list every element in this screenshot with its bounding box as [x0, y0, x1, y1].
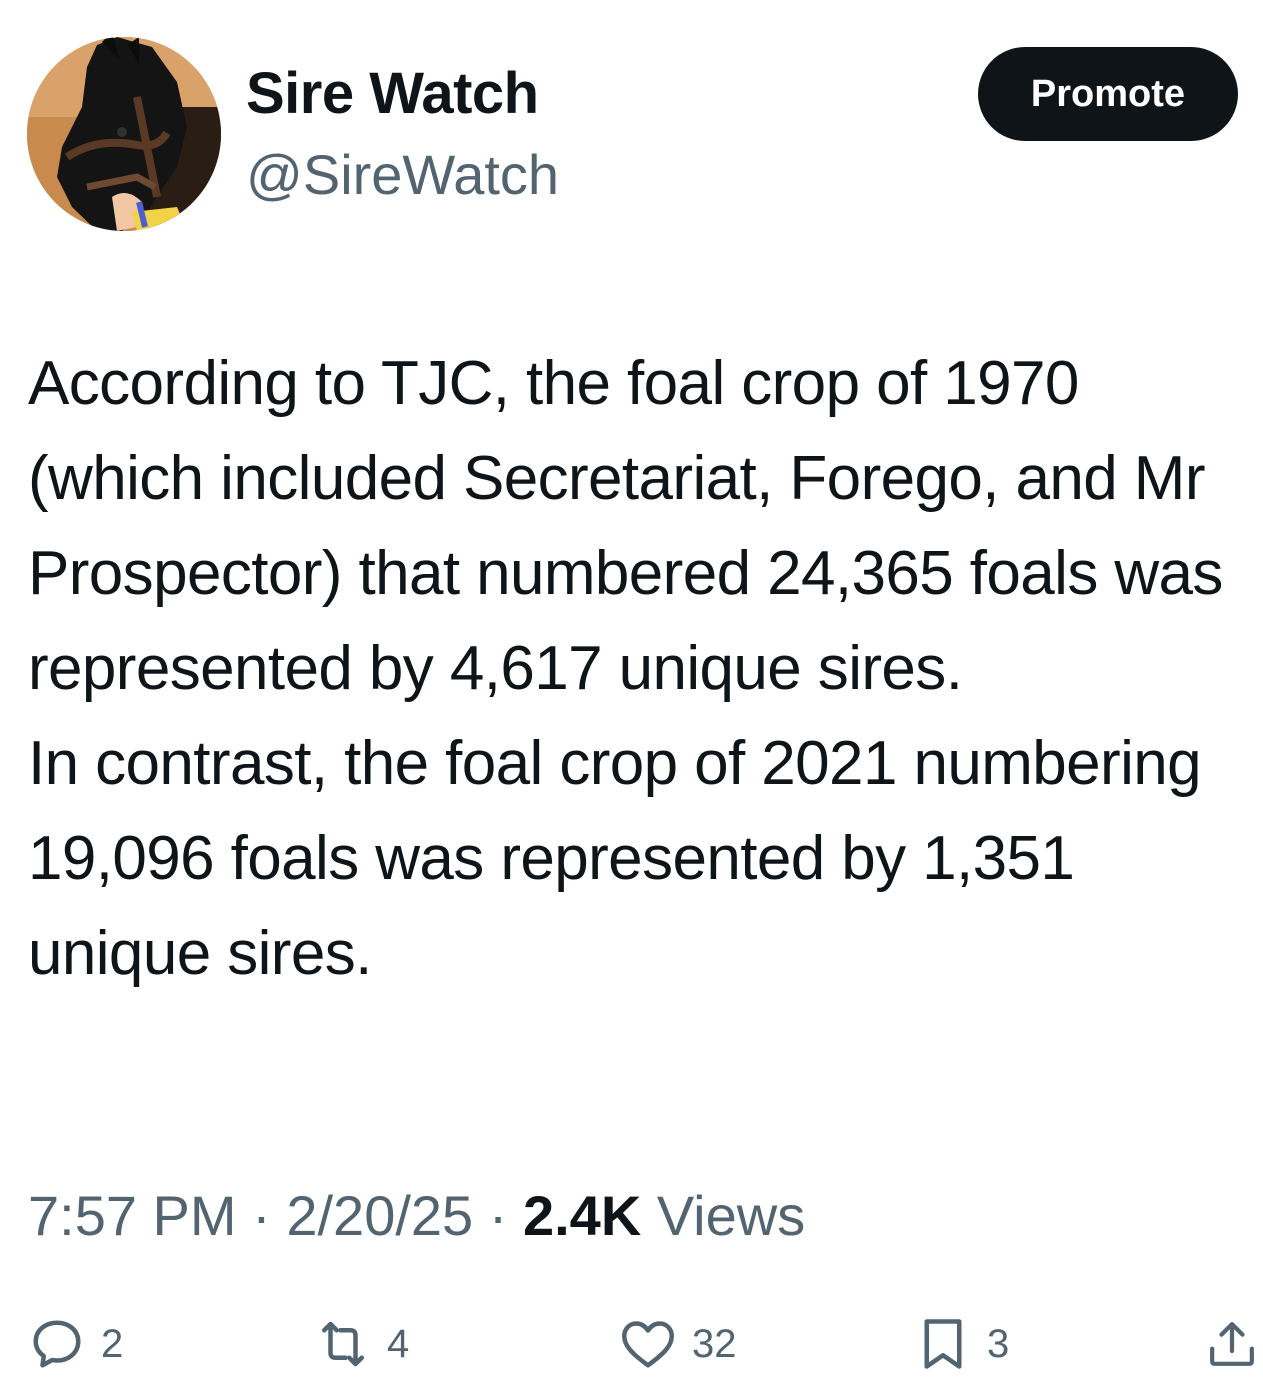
horse-avatar-image: [27, 37, 221, 231]
tweet-header: Sire Watch @SireWatch Promote: [0, 0, 1263, 260]
tweet-paragraph: According to TJC, the foal crop of 1970 …: [28, 349, 1223, 703]
like-count: 32: [692, 1322, 737, 1366]
tweet-time[interactable]: 7:57 PM: [28, 1184, 237, 1247]
meta-separator: ·: [252, 1184, 271, 1247]
repost-icon: [313, 1314, 373, 1374]
action-bar: 2 4 32 3: [0, 1300, 1263, 1390]
tweet-paragraph: In contrast, the foal crop of 2021 numbe…: [28, 729, 1202, 988]
share-button[interactable]: [1204, 1314, 1260, 1374]
promote-button[interactable]: Promote: [978, 47, 1238, 141]
author-handle[interactable]: @SireWatch: [246, 139, 559, 211]
tweet-meta: 7:57 PM · 2/20/25 · 2.4K Views: [28, 1180, 805, 1252]
meta-separator: ·: [488, 1184, 508, 1247]
reply-button[interactable]: 2: [27, 1314, 123, 1374]
views-label[interactable]: Views: [657, 1184, 805, 1247]
tweet-date[interactable]: 2/20/25: [286, 1184, 473, 1247]
reply-count: 2: [101, 1322, 124, 1366]
tweet-text: According to TJC, the foal crop of 1970 …: [28, 336, 1243, 1001]
avatar[interactable]: [27, 37, 221, 231]
author-display-name[interactable]: Sire Watch: [246, 58, 539, 130]
share-icon: [1204, 1314, 1260, 1374]
bookmark-button[interactable]: 3: [913, 1314, 1009, 1374]
bookmark-count: 3: [987, 1322, 1010, 1366]
heart-icon: [618, 1314, 678, 1374]
views-count[interactable]: 2.4K: [523, 1184, 641, 1247]
reply-icon: [27, 1314, 87, 1374]
bookmark-icon: [913, 1314, 973, 1374]
repost-count: 4: [387, 1322, 410, 1366]
repost-button[interactable]: 4: [313, 1314, 409, 1374]
like-button[interactable]: 32: [618, 1314, 737, 1374]
